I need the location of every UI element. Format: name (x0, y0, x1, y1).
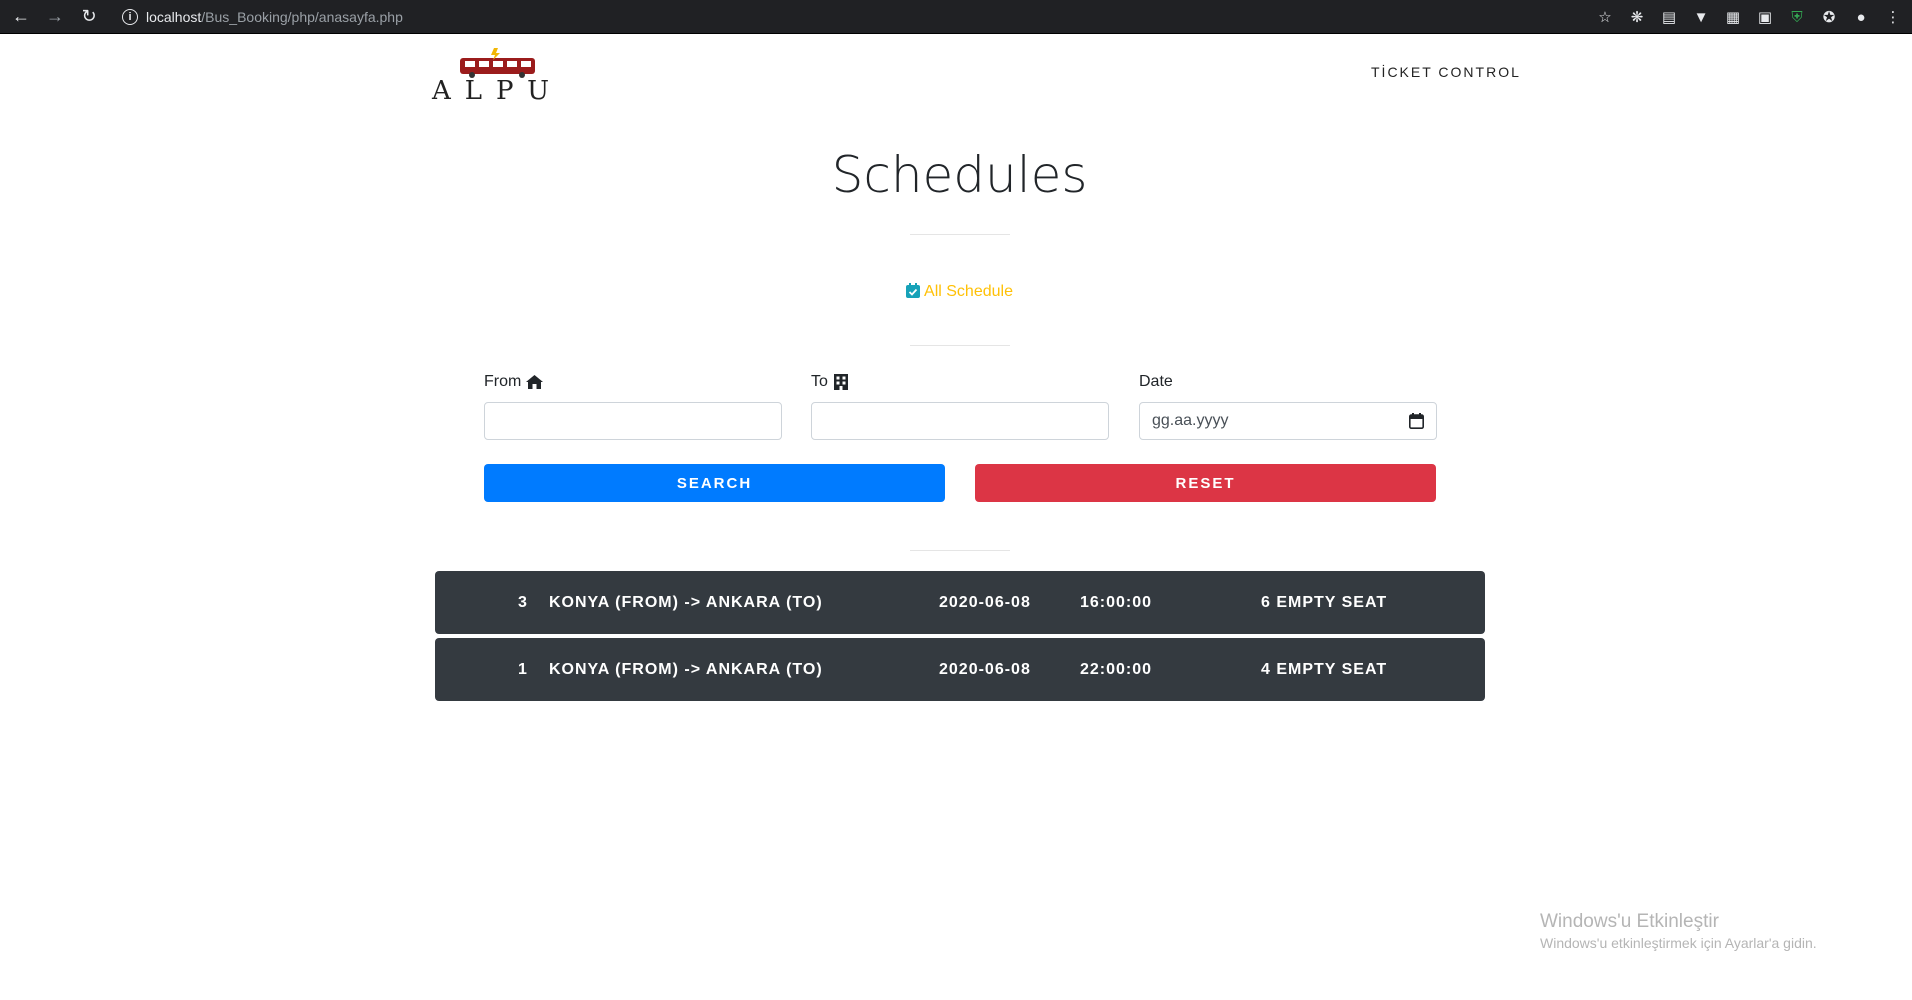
menu-dots-icon[interactable]: ⋮ (1884, 8, 1902, 26)
from-input[interactable] (484, 402, 782, 440)
to-label-text: To (811, 373, 828, 390)
url-text[interactable]: localhost/Bus_Booking/php/anasayfa.php (146, 9, 403, 25)
ticket-control-link[interactable]: TİCKET CONTROL (1371, 64, 1521, 80)
divider (910, 345, 1010, 346)
forward-arrow-icon[interactable]: → (42, 4, 68, 30)
building-icon (833, 374, 848, 390)
schedule-seats: 6 EMPTY SEAT (1261, 594, 1388, 611)
extension-window-icon[interactable]: ▣ (1756, 8, 1774, 26)
schedule-time: 16:00:00 (1080, 594, 1153, 611)
schedule-time: 22:00:00 (1080, 661, 1153, 678)
reset-button[interactable]: RESET (975, 464, 1436, 502)
reload-icon[interactable]: ↻ (76, 4, 102, 30)
to-input[interactable] (811, 402, 1109, 440)
calendar-icon[interactable] (1409, 413, 1424, 429)
puzzle-icon[interactable]: ✪ (1820, 8, 1838, 26)
extension-v-icon[interactable]: ▼ (1692, 8, 1710, 26)
url-path: /Bus_Booking/php/anasayfa.php (201, 8, 403, 25)
back-arrow-icon[interactable]: ← (8, 4, 34, 30)
from-label: From (484, 373, 544, 391)
schedule-seats: 4 EMPTY SEAT (1261, 661, 1388, 678)
date-placeholder: gg.aa.yyyy (1152, 412, 1229, 429)
to-label: To (811, 373, 849, 391)
all-schedule-link[interactable]: All Schedule (0, 283, 1912, 301)
calendar-check-icon (906, 283, 921, 298)
from-label-text: From (484, 373, 522, 390)
shield-icon[interactable]: ⛨ (1788, 8, 1806, 26)
star-icon[interactable]: ☆ (1596, 8, 1614, 26)
schedule-route: KONYA (FROM) -> ANKARA (TO) (549, 594, 823, 611)
info-icon[interactable]: i (122, 8, 138, 25)
schedule-date: 2020-06-08 (939, 661, 1031, 678)
divider (910, 234, 1010, 235)
divider (910, 550, 1010, 551)
date-label-text: Date (1139, 373, 1173, 390)
logo-text[interactable]: ALPU (432, 76, 563, 106)
schedule-id: 1 (518, 661, 528, 678)
home-icon (526, 375, 544, 389)
browser-extensions: ☆ ❋ ▤ ▼ ▦ ▣ ⛨ ✪ ● ⋮ (1596, 0, 1902, 34)
windows-activation-title: Windows'u Etkinleştir (1540, 911, 1719, 932)
schedule-route: KONYA (FROM) -> ANKARA (TO) (549, 661, 823, 678)
date-input[interactable]: gg.aa.yyyy (1139, 402, 1437, 440)
search-button[interactable]: SEARCH (484, 464, 945, 502)
extension-react-icon[interactable]: ❋ (1628, 8, 1646, 26)
windows-activation-subtitle: Windows'u etkinleştirmek için Ayarlar'a … (1540, 935, 1817, 951)
schedule-row[interactable]: 1 KONYA (FROM) -> ANKARA (TO) 2020-06-08… (435, 638, 1485, 701)
date-label: Date (1139, 373, 1173, 391)
schedule-date: 2020-06-08 (939, 594, 1031, 611)
schedule-id: 3 (518, 594, 528, 611)
browser-toolbar: ← → ↻ i localhost/Bus_Booking/php/anasay… (0, 0, 1912, 34)
all-schedule-label: All Schedule (924, 283, 1013, 300)
profile-icon[interactable]: ● (1852, 8, 1870, 26)
schedule-row[interactable]: 3 KONYA (FROM) -> ANKARA (TO) 2020-06-08… (435, 571, 1485, 634)
page-title: Schedules (831, 146, 1088, 204)
url-host: localhost (146, 8, 202, 25)
extension-page-icon[interactable]: ▤ (1660, 8, 1678, 26)
extension-grid-icon[interactable]: ▦ (1724, 8, 1742, 26)
address-bar[interactable]: i localhost/Bus_Booking/php/anasayfa.php (122, 4, 403, 30)
